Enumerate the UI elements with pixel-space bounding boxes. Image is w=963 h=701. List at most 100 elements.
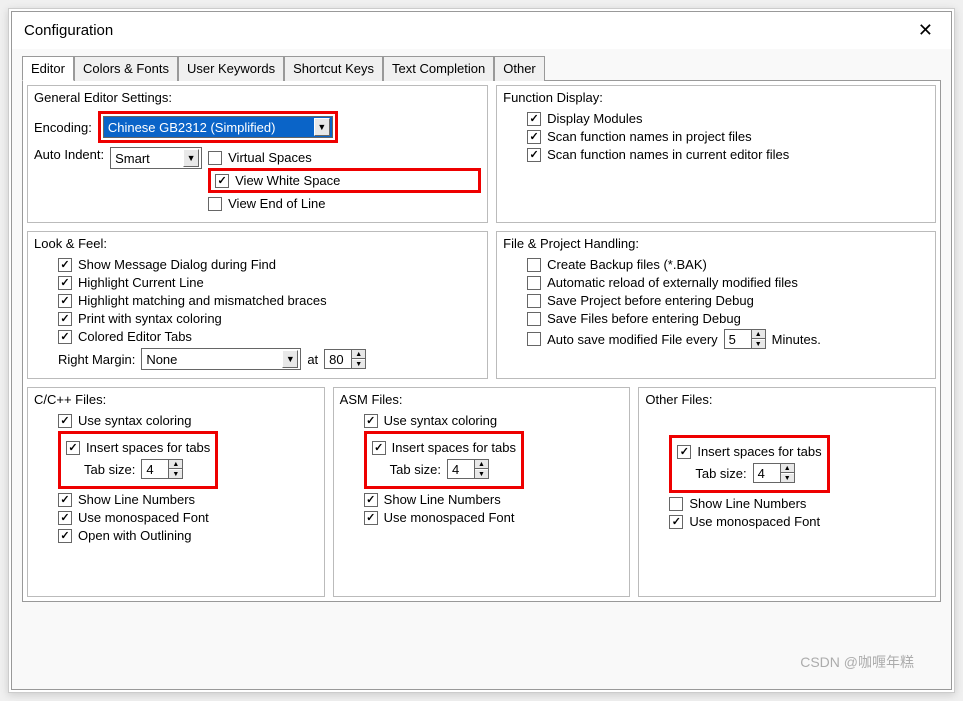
look-feel-panel: Look & Feel: Show Message Dialog during … [27, 231, 488, 379]
ccpp-outlining-label: Open with Outlining [78, 528, 191, 543]
tab-other[interactable]: Other [494, 56, 545, 81]
hl-line-label: Highlight Current Line [78, 275, 204, 290]
display-modules-label: Display Modules [547, 111, 642, 126]
scan-project-label: Scan function names in project files [547, 129, 752, 144]
spin-up-icon[interactable]: ▲ [352, 350, 365, 359]
ccpp-line-nums-checkbox[interactable] [58, 493, 72, 507]
auto-save-checkbox[interactable] [527, 332, 541, 346]
ccpp-files-panel: C/C++ Files: Use syntax coloring Insert … [27, 387, 325, 597]
spin-down-icon[interactable]: ▼ [752, 339, 765, 348]
ccpp-syntax-label: Use syntax coloring [78, 413, 191, 428]
at-value[interactable]: 80 [324, 349, 352, 369]
spin-up-icon[interactable]: ▲ [781, 464, 794, 473]
spin-up-icon[interactable]: ▲ [752, 330, 765, 339]
spin-up-icon[interactable]: ▲ [169, 460, 182, 469]
other-mono-checkbox[interactable] [669, 515, 683, 529]
save-files-checkbox[interactable] [527, 312, 541, 326]
other-tab-size-value[interactable]: 4 [753, 463, 781, 483]
asm-syntax-checkbox[interactable] [364, 414, 378, 428]
right-margin-value: None [146, 352, 177, 367]
ccpp-tab-highlight: Insert spaces for tabs Tab size: 4 ▲▼ [58, 431, 218, 489]
tab-colors-fonts[interactable]: Colors & Fonts [74, 56, 178, 81]
auto-reload-checkbox[interactable] [527, 276, 541, 290]
asm-tab-size-label: Tab size: [390, 462, 441, 477]
asm-mono-checkbox[interactable] [364, 511, 378, 525]
backup-checkbox[interactable] [527, 258, 541, 272]
other-insert-spaces-checkbox[interactable] [677, 445, 691, 459]
display-modules-checkbox[interactable] [527, 112, 541, 126]
tab-text-completion[interactable]: Text Completion [383, 56, 494, 81]
scan-project-checkbox[interactable] [527, 130, 541, 144]
save-files-label: Save Files before entering Debug [547, 311, 741, 326]
ccpp-mono-checkbox[interactable] [58, 511, 72, 525]
ccpp-insert-spaces-checkbox[interactable] [66, 441, 80, 455]
virtual-spaces-label: Virtual Spaces [228, 150, 312, 165]
save-project-label: Save Project before entering Debug [547, 293, 754, 308]
encoding-select[interactable]: Chinese GB2312 (Simplified) [103, 116, 333, 138]
scan-editor-checkbox[interactable] [527, 148, 541, 162]
tab-strip: Editor Colors & Fonts User Keywords Shor… [12, 49, 951, 80]
view-white-space-checkbox[interactable] [215, 174, 229, 188]
scan-editor-label: Scan function names in current editor fi… [547, 147, 789, 162]
asm-tab-size-spinner[interactable]: 4 ▲▼ [447, 459, 489, 479]
hl-brace-checkbox[interactable] [58, 294, 72, 308]
spin-down-icon[interactable]: ▼ [169, 469, 182, 478]
ccpp-mono-label: Use monospaced Font [78, 510, 209, 525]
other-tab-size-label: Tab size: [695, 466, 746, 481]
view-eol-checkbox[interactable] [208, 197, 222, 211]
auto-save-value[interactable]: 5 [724, 329, 752, 349]
show-msg-label: Show Message Dialog during Find [78, 257, 276, 272]
chevron-down-icon[interactable] [282, 350, 298, 368]
view-white-space-label: View White Space [235, 173, 340, 188]
virtual-spaces-checkbox[interactable] [208, 151, 222, 165]
tab-user-keywords[interactable]: User Keywords [178, 56, 284, 81]
at-label: at [307, 352, 318, 367]
auto-indent-value: Smart [115, 151, 150, 166]
spin-down-icon[interactable]: ▼ [475, 469, 488, 478]
window-title: Configuration [24, 22, 113, 39]
titlebar: Configuration ✕ [12, 12, 951, 49]
auto-indent-select[interactable]: Smart [110, 147, 202, 169]
other-tab-size-spinner[interactable]: 4 ▲▼ [753, 463, 795, 483]
ccpp-tab-size-value[interactable]: 4 [141, 459, 169, 479]
encoding-highlight: Chinese GB2312 (Simplified) [98, 111, 338, 143]
ccpp-tab-size-spinner[interactable]: 4 ▲▼ [141, 459, 183, 479]
print-syntax-label: Print with syntax coloring [78, 311, 222, 326]
show-msg-checkbox[interactable] [58, 258, 72, 272]
auto-save-spinner[interactable]: 5 ▲▼ [724, 329, 766, 349]
general-title: General Editor Settings: [34, 90, 481, 105]
function-display-panel: Function Display: Display Modules Scan f… [496, 85, 936, 223]
encoding-label: Encoding: [34, 120, 92, 135]
asm-line-nums-checkbox[interactable] [364, 493, 378, 507]
chevron-down-icon[interactable] [314, 118, 330, 136]
asm-insert-spaces-checkbox[interactable] [372, 441, 386, 455]
minutes-label: Minutes. [772, 332, 821, 347]
print-syntax-checkbox[interactable] [58, 312, 72, 326]
spin-up-icon[interactable]: ▲ [475, 460, 488, 469]
other-tab-highlight: Insert spaces for tabs Tab size: 4 ▲▼ [669, 435, 829, 493]
ccpp-title: C/C++ Files: [34, 392, 318, 407]
hl-line-checkbox[interactable] [58, 276, 72, 290]
auto-save-label: Auto save modified File every [547, 332, 718, 347]
colored-tabs-checkbox[interactable] [58, 330, 72, 344]
save-project-checkbox[interactable] [527, 294, 541, 308]
asm-mono-label: Use monospaced Font [384, 510, 515, 525]
tab-shortcut-keys[interactable]: Shortcut Keys [284, 56, 383, 81]
tab-editor[interactable]: Editor [22, 56, 74, 81]
asm-title: ASM Files: [340, 392, 624, 407]
spin-down-icon[interactable]: ▼ [352, 359, 365, 368]
general-editor-panel: General Editor Settings: Encoding: Chine… [27, 85, 488, 223]
asm-line-nums-label: Show Line Numbers [384, 492, 501, 507]
right-margin-select[interactable]: None [141, 348, 301, 370]
ccpp-outlining-checkbox[interactable] [58, 529, 72, 543]
asm-tab-size-value[interactable]: 4 [447, 459, 475, 479]
chevron-down-icon[interactable] [183, 149, 199, 167]
right-margin-at-spinner[interactable]: 80 ▲▼ [324, 349, 366, 369]
ccpp-tab-size-label: Tab size: [84, 462, 135, 477]
spin-down-icon[interactable]: ▼ [781, 473, 794, 482]
file-handling-panel: File & Project Handling: Create Backup f… [496, 231, 936, 379]
look-feel-title: Look & Feel: [34, 236, 481, 251]
other-line-nums-checkbox[interactable] [669, 497, 683, 511]
close-icon[interactable]: ✕ [912, 20, 939, 41]
ccpp-syntax-checkbox[interactable] [58, 414, 72, 428]
